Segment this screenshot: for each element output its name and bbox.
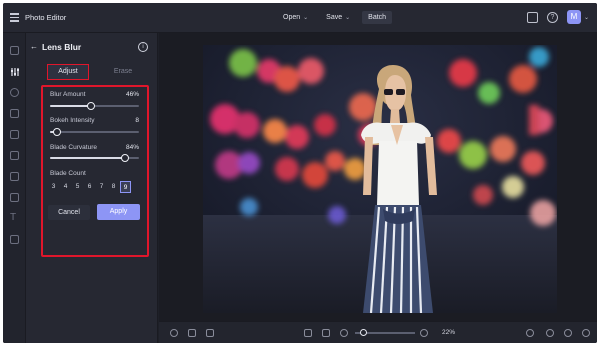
blur-amount-value: 46% xyxy=(125,91,139,98)
blur-amount-slider[interactable] xyxy=(50,102,139,110)
chevron-down-icon: ⌄ xyxy=(345,15,351,21)
layers-icon[interactable] xyxy=(170,329,178,337)
layout-tool-icon[interactable] xyxy=(10,151,19,160)
bokeh-intensity-label: Bokeh Intensity xyxy=(50,117,95,124)
blade-count-option[interactable]: 3 xyxy=(48,181,59,193)
blurred-street-photo xyxy=(203,45,557,313)
bokeh-intensity-slider[interactable] xyxy=(50,128,139,136)
apply-button[interactable]: Apply xyxy=(97,204,140,220)
open-label: Open xyxy=(283,14,301,21)
border-tool-icon[interactable] xyxy=(10,193,19,202)
undo-icon[interactable] xyxy=(546,329,554,337)
blade-count-label: Blade Count xyxy=(50,170,86,177)
grid-icon[interactable] xyxy=(206,329,214,337)
cancel-button[interactable]: Cancel xyxy=(48,205,90,220)
tool-rail: T xyxy=(3,33,26,343)
batch-button[interactable]: Batch xyxy=(362,11,393,24)
app-window: Photo Editor Open ⌄ Save ⌄ Batch ? M ⌄ T ←… xyxy=(3,3,597,343)
zoom-out-icon[interactable] xyxy=(340,329,348,337)
graphics-tool-icon[interactable] xyxy=(10,172,19,181)
text-tool-icon[interactable]: T xyxy=(10,213,19,223)
chevron-down-icon[interactable]: ⌄ xyxy=(584,14,589,21)
save-button[interactable]: Save ⌄ xyxy=(320,11,356,24)
chevron-down-icon: ⌄ xyxy=(303,15,309,21)
blade-count-option[interactable]: 7 xyxy=(96,181,107,193)
slider-fill xyxy=(50,105,91,107)
blade-count-option[interactable]: 5 xyxy=(72,181,83,193)
avatar[interactable]: M xyxy=(566,10,581,24)
bottom-bar: 22% xyxy=(159,321,597,343)
canvas-area xyxy=(159,33,597,321)
blade-count-option[interactable]: 9 xyxy=(120,181,131,193)
blur-amount-label: Blur Amount xyxy=(50,91,86,98)
panel-title: Lens Blur xyxy=(42,42,82,52)
info-icon[interactable]: i xyxy=(138,42,148,52)
slider-knob[interactable] xyxy=(86,102,95,110)
blade-count-option[interactable]: 4 xyxy=(60,181,71,193)
menu-icon[interactable] xyxy=(10,13,19,22)
top-bar: Photo Editor Open ⌄ Save ⌄ Batch ? M ⌄ xyxy=(3,3,597,33)
toolbar-center: Open ⌄ Save ⌄ Batch xyxy=(277,11,393,24)
adjust-tool-icon[interactable] xyxy=(10,67,19,76)
tab-erase[interactable]: Erase xyxy=(102,64,144,80)
stickers-tool-icon[interactable] xyxy=(10,235,19,244)
back-arrow-icon[interactable]: ← xyxy=(30,42,38,51)
compare-icon[interactable] xyxy=(188,329,196,337)
crop-icon[interactable] xyxy=(322,329,330,337)
effects-tool-icon[interactable] xyxy=(10,109,19,118)
blade-curvature-value: 84% xyxy=(125,144,139,151)
bokeh-intensity-value: 8 xyxy=(135,117,139,124)
photo-canvas[interactable] xyxy=(203,45,557,313)
reset-icon[interactable] xyxy=(526,329,534,337)
open-button[interactable]: Open ⌄ xyxy=(277,11,314,24)
zoom-level: 22% xyxy=(442,329,456,336)
blade-curvature-label: Blade Curvature xyxy=(50,144,97,151)
lens-blur-panel: ← Lens Blur i Adjust Erase Blur Amount 4… xyxy=(26,33,158,343)
image-tool-icon[interactable] xyxy=(10,46,19,55)
blade-count-options: 3456789 xyxy=(48,181,131,193)
toolbar-right: ? M ⌄ xyxy=(526,10,589,24)
chat-icon[interactable] xyxy=(526,11,538,23)
blade-curvature-slider[interactable] xyxy=(50,154,139,162)
fit-icon[interactable] xyxy=(304,329,312,337)
blade-count-option[interactable]: 8 xyxy=(108,181,119,193)
save-label: Save xyxy=(326,14,343,21)
slider-fill xyxy=(50,157,125,159)
slider-knob[interactable] xyxy=(120,154,129,162)
help-icon[interactable]: ? xyxy=(546,11,558,23)
zoom-knob[interactable] xyxy=(360,329,367,336)
blade-count-option[interactable]: 6 xyxy=(84,181,95,193)
tab-adjust[interactable]: Adjust xyxy=(47,64,89,80)
history-icon[interactable] xyxy=(582,329,590,337)
eye-tool-icon[interactable] xyxy=(10,88,19,97)
redo-icon[interactable] xyxy=(564,329,572,337)
frame-tool-icon[interactable] xyxy=(10,130,19,139)
zoom-in-icon[interactable] xyxy=(420,329,428,337)
app-title: Photo Editor xyxy=(25,13,67,22)
